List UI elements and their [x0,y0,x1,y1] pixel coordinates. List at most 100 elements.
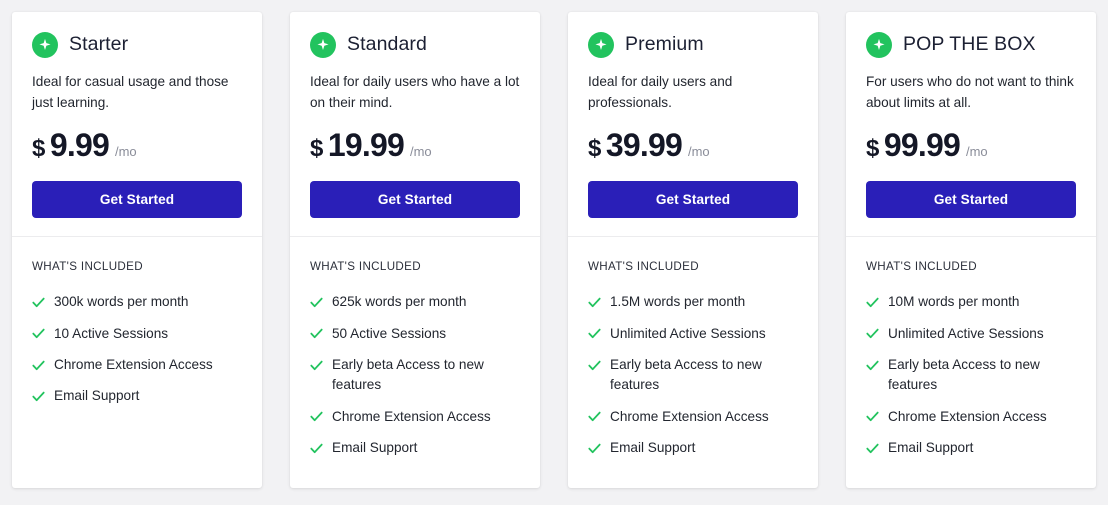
check-icon [310,355,323,375]
plan-price: $ 19.99 /mo [310,127,520,164]
check-icon [310,407,323,427]
sparkle-icon [32,32,58,58]
check-icon [866,292,879,312]
list-item: Chrome Extension Access [310,407,520,427]
get-started-button[interactable]: Get Started [310,181,520,219]
price-period: /mo [114,144,137,160]
plan-title-row: Premium [588,32,798,58]
check-icon [310,324,323,344]
whats-included-label: WHAT'S INCLUDED [310,260,421,274]
plan-price: $ 39.99 /mo [588,127,798,164]
list-item: Email Support [310,438,520,458]
plan-description: For users who do not want to think about… [866,74,1074,110]
list-item: Unlimited Active Sessions [866,324,1076,344]
whats-included-label: WHAT'S INCLUDED [588,260,699,274]
feature-text: Chrome Extension Access [610,408,769,424]
plan-name: POP THE BOX [903,33,1036,56]
feature-text: Email Support [888,440,974,456]
check-icon [32,324,45,344]
feature-text: 1.5M words per month [610,294,746,310]
feature-text: Email Support [610,440,696,456]
plan-title-row: Standard [310,32,520,58]
feature-text: Chrome Extension Access [888,408,1047,424]
plan-name: Premium [625,33,704,56]
plan-name: Starter [69,33,129,56]
plan-price: $ 99.99 /mo [866,127,1076,164]
feature-list: 10M words per month Unlimited Active Ses… [866,292,1076,458]
feature-text: Email Support [332,440,418,456]
feature-text: Early beta Access to new features [888,357,1040,393]
price-amount: 19.99 [327,127,405,164]
list-item: Unlimited Active Sessions [588,324,798,344]
plan-description: Ideal for daily users who have a lot on … [310,74,520,110]
feature-text: 50 Active Sessions [332,325,447,341]
plan-header-section: Standard Ideal for daily users who have … [290,12,540,238]
price-currency: $ [310,135,323,163]
plan-description: Ideal for daily users and professionals. [588,74,733,110]
feature-list: 625k words per month 50 Active Sessions … [310,292,520,458]
check-icon [310,292,323,312]
price-currency: $ [866,135,879,163]
list-item: Early beta Access to new features [866,355,1076,396]
plan-features-section: WHAT'S INCLUDED 1.5M words per month Unl… [568,237,818,488]
plan-features-section: WHAT'S INCLUDED 10M words per month Unli… [846,237,1096,488]
check-icon [866,324,879,344]
list-item: Email Support [866,438,1076,458]
price-amount: 9.99 [49,127,110,164]
check-icon [588,438,601,458]
sparkle-icon [588,32,614,58]
price-amount: 39.99 [605,127,683,164]
feature-text: Unlimited Active Sessions [888,325,1044,341]
feature-text: 625k words per month [332,294,467,310]
list-item: Early beta Access to new features [310,355,520,396]
get-started-button[interactable]: Get Started [866,181,1076,219]
list-item: 10M words per month [866,292,1076,312]
pricing-plans-grid: Starter Ideal for casual usage and those… [0,0,1108,505]
list-item: Email Support [32,386,242,406]
list-item: 50 Active Sessions [310,324,520,344]
feature-list: 300k words per month 10 Active Sessions … [32,292,242,407]
feature-text: Unlimited Active Sessions [610,325,766,341]
feature-text: 10M words per month [888,294,1020,310]
list-item: Chrome Extension Access [32,355,242,375]
get-started-button[interactable]: Get Started [32,181,242,219]
price-period: /mo [409,144,432,160]
list-item: 1.5M words per month [588,292,798,312]
get-started-button[interactable]: Get Started [588,181,798,219]
price-amount: 99.99 [883,127,961,164]
check-icon [588,324,601,344]
plan-header-section: Premium Ideal for daily users and profes… [568,12,818,238]
plan-card-standard: Standard Ideal for daily users who have … [290,12,540,488]
list-item: 10 Active Sessions [32,324,242,344]
check-icon [32,355,45,375]
feature-text: 300k words per month [54,294,189,310]
feature-text: Early beta Access to new features [610,357,762,393]
price-period: /mo [965,144,988,160]
list-item: Email Support [588,438,798,458]
plan-card-premium: Premium Ideal for daily users and profes… [568,12,818,488]
feature-text: Early beta Access to new features [332,357,484,393]
check-icon [588,292,601,312]
feature-text: 10 Active Sessions [54,325,169,341]
check-icon [866,355,879,375]
list-item: 625k words per month [310,292,520,312]
plan-features-section: WHAT'S INCLUDED 300k words per month 10 … [12,237,262,488]
check-icon [32,386,45,406]
plan-features-section: WHAT'S INCLUDED 625k words per month 50 … [290,237,540,488]
check-icon [310,438,323,458]
plan-card-pop-the-box: POP THE BOX For users who do not want to… [846,12,1096,488]
whats-included-label: WHAT'S INCLUDED [866,260,977,274]
plan-title-row: POP THE BOX [866,32,1076,58]
plan-header-section: Starter Ideal for casual usage and those… [12,12,262,238]
list-item: 300k words per month [32,292,242,312]
price-period: /mo [687,144,710,160]
feature-text: Chrome Extension Access [332,408,491,424]
sparkle-icon [310,32,336,58]
sparkle-icon [866,32,892,58]
feature-text: Chrome Extension Access [54,357,213,373]
whats-included-label: WHAT'S INCLUDED [32,260,143,274]
check-icon [32,292,45,312]
plan-card-starter: Starter Ideal for casual usage and those… [12,12,262,488]
plan-header-section: POP THE BOX For users who do not want to… [846,12,1096,238]
list-item: Chrome Extension Access [866,407,1076,427]
